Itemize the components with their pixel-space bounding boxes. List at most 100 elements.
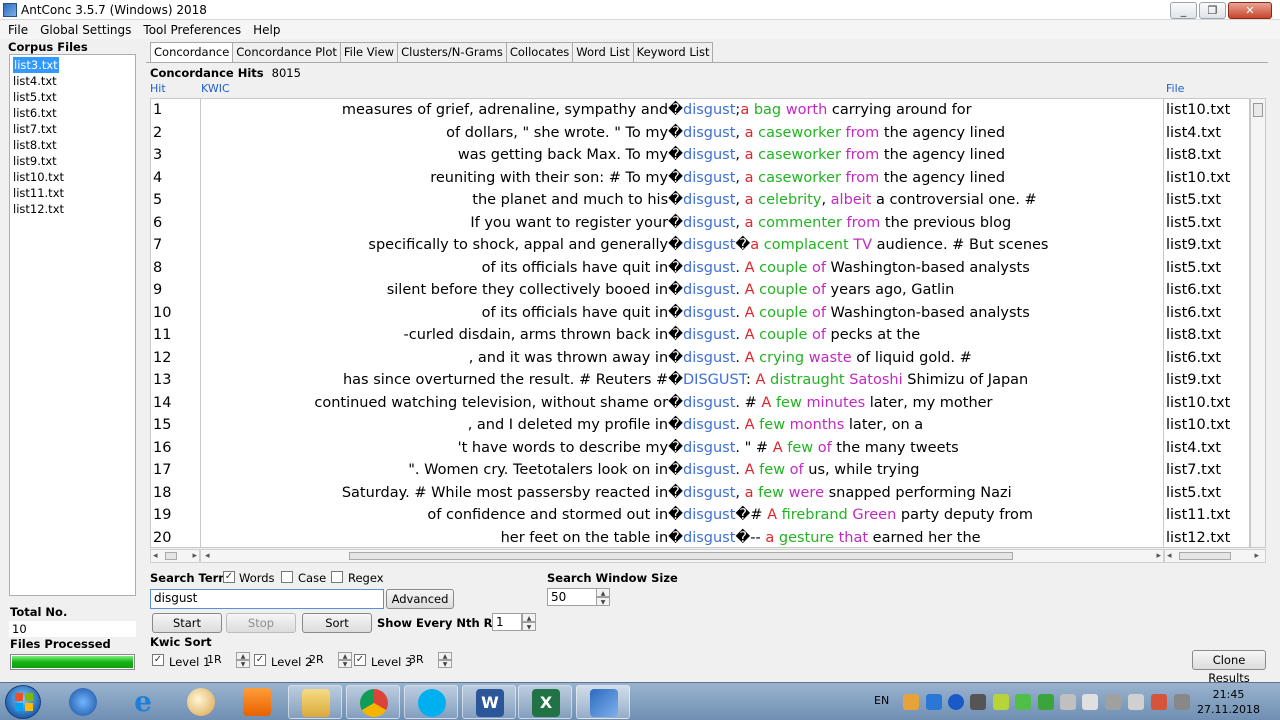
kwic-line[interactable]: continued watching television, without s… [201,392,1163,415]
tab-keyword-list[interactable]: Keyword List [632,42,714,62]
kwic-line[interactable]: measures of grief, adrenaline, sympathy … [201,99,1163,122]
corpus-file-list[interactable]: list3.txt list4.txt list5.txt list6.txt list… [9,54,136,596]
kwic-line[interactable]: of its officials have quit in� disgust. A… [201,257,1163,280]
stop-button[interactable]: Stop [226,613,296,633]
file-name[interactable]: list4.txt [1164,122,1249,145]
file-name[interactable]: list11.txt [1164,504,1249,527]
taskbar-internet-explorer[interactable]: e [116,685,170,719]
file-name[interactable]: list8.txt [1164,144,1249,167]
file-name[interactable]: list5.txt [1164,212,1249,235]
taskbar-paint[interactable] [174,685,228,719]
tray-device-icon[interactable] [1082,694,1098,710]
hit-horizontal-scrollbar[interactable]: ◂ ▸ [150,549,200,563]
corpus-file-item[interactable]: list3.txt [13,57,132,73]
file-name[interactable]: list6.txt [1164,347,1249,370]
start-button[interactable] [5,685,41,719]
file-horizontal-scrollbar[interactable]: ◂ ▸ [1164,549,1266,563]
level3-up-icon[interactable]: ▲ [438,652,452,660]
tray-app2-icon[interactable] [993,694,1009,710]
kwic-line[interactable]: her feet on the table in� disgust�-- a ge… [201,527,1163,548]
file-name[interactable]: list5.txt [1164,189,1249,212]
scroll-left-arrow-icon[interactable]: ◂ [1167,550,1172,562]
bluetooth-icon[interactable] [948,694,964,710]
column-header-file[interactable]: File [1166,82,1184,95]
file-name[interactable]: list12.txt [1164,527,1249,550]
file-name[interactable]: list9.txt [1164,234,1249,257]
scroll-thumb[interactable] [165,552,177,560]
tray-usb-icon[interactable] [970,694,986,710]
level2-value[interactable]: 2R [306,652,338,669]
kwic-line[interactable]: of confidence and stormed out in� disgust… [201,504,1163,527]
level2-up-icon[interactable]: ▲ [338,652,352,660]
kwic-horizontal-scrollbar[interactable]: ◂ ▸ [200,549,1164,563]
taskbar-media-player[interactable] [56,685,110,719]
menu-file[interactable]: File [2,23,34,37]
case-checkbox[interactable] [281,571,293,583]
corpus-file-item[interactable]: list9.txt [13,153,132,169]
file-name[interactable]: list7.txt [1164,459,1249,482]
scroll-right-arrow-icon[interactable]: ▸ [1254,550,1259,562]
corpus-file-item[interactable]: list7.txt [13,121,132,137]
nth-row-down-icon[interactable]: ▼ [522,622,536,631]
taskbar-antconc[interactable] [576,685,630,719]
hit-column[interactable]: 1 2 3 4 5 6 7 8 9 10 11 12 13 14 15 16 17 18 19 20 [150,98,200,548]
kwic-line[interactable]: ". Women cry. Teetotalers look on in� dis… [201,459,1163,482]
corpus-file-item[interactable]: list6.txt [13,105,132,121]
corpus-file-item[interactable]: list12.txt [13,201,132,217]
close-button[interactable]: ✕ [1228,2,1272,19]
clone-results-button[interactable]: Clone Results [1192,650,1266,685]
corpus-file-item[interactable]: list4.txt [13,73,132,89]
search-window-down-icon[interactable]: ▼ [596,597,610,606]
start-button[interactable]: Start [152,613,222,633]
tab-concordance[interactable]: Concordance [150,42,234,63]
results-vertical-scrollbar[interactable] [1250,98,1266,548]
network-icon[interactable] [1174,694,1190,710]
kwic-line[interactable]: , and I deleted my profile in� disgust. A… [201,414,1163,437]
maximize-button[interactable]: ❐ [1199,2,1226,19]
tray-app-icon[interactable] [903,694,919,710]
menu-global-settings[interactable]: Global Settings [34,23,137,37]
kwic-line[interactable]: Saturday. # While most passersby reacted… [201,482,1163,505]
kwic-line[interactable]: , and it was thrown away in� disgust. A c… [201,347,1163,370]
kwic-line[interactable]: silent before they collectively booed in… [201,279,1163,302]
kwic-line[interactable]: reuniting with their son: # To my� disgus… [201,167,1163,190]
kwic-line[interactable]: -curled disdain, arms thrown back in� dis… [201,324,1163,347]
corpus-file-item[interactable]: list5.txt [13,89,132,105]
advanced-button[interactable]: Advanced [386,589,454,609]
kwic-line[interactable]: of its officials have quit in� disgust. A… [201,302,1163,325]
file-name[interactable]: list10.txt [1164,99,1249,122]
level3-down-icon[interactable]: ▼ [438,660,452,668]
tray-speaker-icon[interactable] [1105,694,1121,710]
level2-down-icon[interactable]: ▼ [338,660,352,668]
tab-word-list[interactable]: Word List [572,42,634,62]
tray-download-icon[interactable] [926,694,942,710]
file-name[interactable]: list4.txt [1164,437,1249,460]
menu-help[interactable]: Help [247,23,286,37]
search-window-up-icon[interactable]: ▲ [596,588,610,597]
minimize-button[interactable]: _ [1170,2,1197,19]
language-indicator[interactable]: EN [874,694,889,707]
file-name[interactable]: list9.txt [1164,369,1249,392]
kwic-line[interactable]: If you want to register your� disgust, a … [201,212,1163,235]
level1-checkbox[interactable]: ✓ [152,654,164,666]
file-column[interactable]: list10.txt list4.txt list8.txt list10.txt li… [1164,98,1250,548]
tab-concordance-plot[interactable]: Concordance Plot [232,42,341,62]
column-header-hit[interactable]: Hit [150,82,166,95]
level3-value[interactable]: 3R [406,652,438,669]
tray-security-icon[interactable] [1015,694,1031,710]
taskbar-excel[interactable]: X [518,685,572,719]
file-name[interactable]: list10.txt [1164,392,1249,415]
tab-file-view[interactable]: File View [339,42,399,62]
scroll-thumb[interactable] [349,552,1013,560]
file-name[interactable]: list5.txt [1164,482,1249,505]
taskbar-video[interactable] [230,685,284,719]
column-header-kwic[interactable]: KWIC [201,82,230,95]
taskbar-word[interactable]: W [462,685,516,719]
kwic-column[interactable]: measures of grief, adrenaline, sympathy … [200,98,1164,548]
search-term-input[interactable]: disgust [150,589,384,609]
tab-clusters-n-grams[interactable]: Clusters/N-Grams [397,42,507,62]
nth-row-up-icon[interactable]: ▲ [522,613,536,622]
sort-button[interactable]: Sort [302,613,372,633]
taskbar-clock[interactable]: 21:45 27.11.2018 [1197,687,1260,717]
kwic-line[interactable]: specifically to shock, appal and general… [201,234,1163,257]
